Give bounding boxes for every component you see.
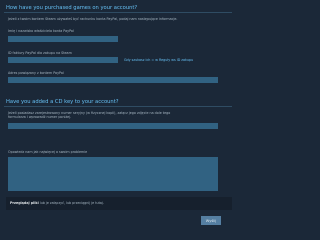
section2-divider: [4, 106, 232, 107]
paypal-address-label: Adres powiązany z kontem PayPal: [8, 71, 64, 75]
paypal-id-help-link[interactable]: Gdy szukasz ich = w Reguły ws ID zakupu: [124, 58, 193, 62]
paypal-address-input[interactable]: [8, 77, 218, 83]
submit-button[interactable]: Wyślij: [201, 216, 221, 225]
section2-title: Have you added a CD key to your account?: [6, 99, 119, 105]
attachment-dropzone[interactable]: Przeglądaj pliki lub je załączyć, lub pr…: [6, 197, 232, 210]
attachment-hint-text: lub je załączyć, lub przeciągnij je tuta…: [39, 201, 104, 205]
paypal-email-input[interactable]: [8, 36, 118, 42]
section1-divider: [4, 12, 232, 13]
paypal-id-input[interactable]: [8, 57, 118, 63]
problem-description-label: Opowiedz nam jak najwięcej o swoim probl…: [8, 150, 88, 154]
browse-files-link[interactable]: Przeglądaj pliki: [10, 201, 39, 205]
problem-description-textarea[interactable]: [8, 157, 218, 191]
section2-intro-line2: formularza i wprowadź numer poniżej.: [8, 115, 72, 119]
section1-title: How have you purchased games on your acc…: [6, 5, 138, 11]
paypal-email-label: Imię i nazwisko właściciela konta PayPal: [8, 29, 74, 33]
paypal-id-label: ID faktury PayPal dla zakupu na Steam: [8, 51, 72, 55]
cd-key-input[interactable]: [8, 123, 218, 129]
section1-intro: Jeżeli z twoim kontem Steam używałeś być…: [8, 17, 178, 21]
support-form: How have you purchased games on your acc…: [2, 0, 234, 236]
attachment-hint: Przeglądaj pliki lub je załączyć, lub pr…: [10, 201, 104, 205]
